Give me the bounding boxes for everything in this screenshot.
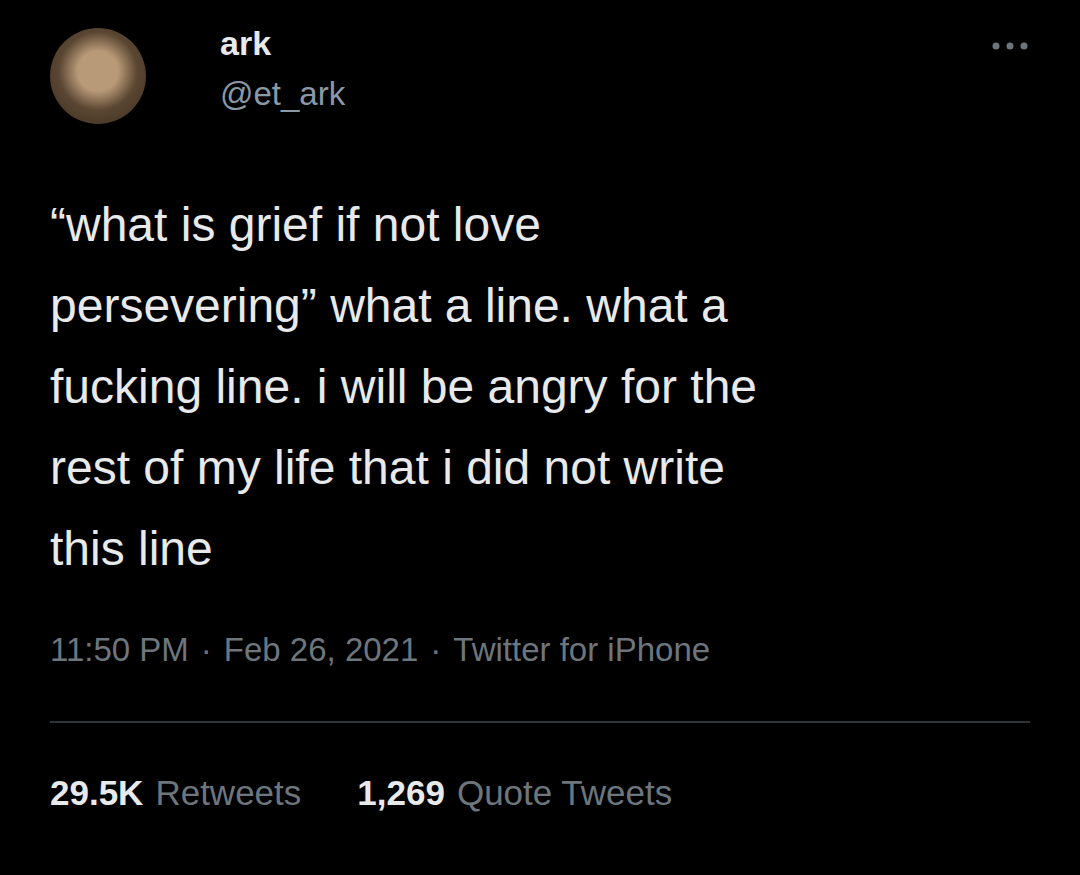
avatar[interactable]	[50, 28, 146, 124]
tweet-page: ark @et_ark “what is grief if not lovepe…	[0, 0, 1080, 875]
stat-label: Retweets	[155, 773, 301, 813]
tweet-line: “what is grief if not love	[50, 184, 1030, 265]
more-icon[interactable]	[990, 40, 1030, 52]
stat-count: 1,269	[357, 773, 445, 813]
stat[interactable]: 29.5K Retweets	[50, 773, 301, 813]
tweet-date[interactable]: Feb 26, 2021	[224, 631, 419, 669]
tweet-meta: 11:50 PM · Feb 26, 2021 · Twitter for iP…	[50, 631, 1030, 669]
tweet-line: fucking line. i will be angry for the	[50, 346, 1030, 427]
separator: ·	[201, 631, 212, 669]
stat[interactable]: 1,269 Quote Tweets	[357, 773, 672, 813]
tweet-source[interactable]: Twitter for iPhone	[453, 631, 710, 669]
tweet-header: ark @et_ark	[50, 12, 1030, 124]
author-name[interactable]: ark	[220, 24, 916, 63]
tweet-text: “what is grief if not lovepersevering” w…	[50, 184, 1030, 589]
tweet-stats: 29.5K Retweets 1,269 Quote Tweets	[50, 773, 1030, 813]
tweet-line: this line	[50, 508, 1030, 589]
separator: ·	[430, 631, 441, 669]
stat-label: Quote Tweets	[457, 773, 672, 813]
tweet-line: persevering” what a line. what a	[50, 265, 1030, 346]
tweet-line: rest of my life that i did not write	[50, 427, 1030, 508]
author: ark @et_ark	[220, 12, 916, 113]
tweet-time[interactable]: 11:50 PM	[50, 631, 189, 669]
stat-count: 29.5K	[50, 773, 143, 813]
author-handle[interactable]: @et_ark	[220, 75, 916, 113]
divider	[50, 721, 1030, 723]
